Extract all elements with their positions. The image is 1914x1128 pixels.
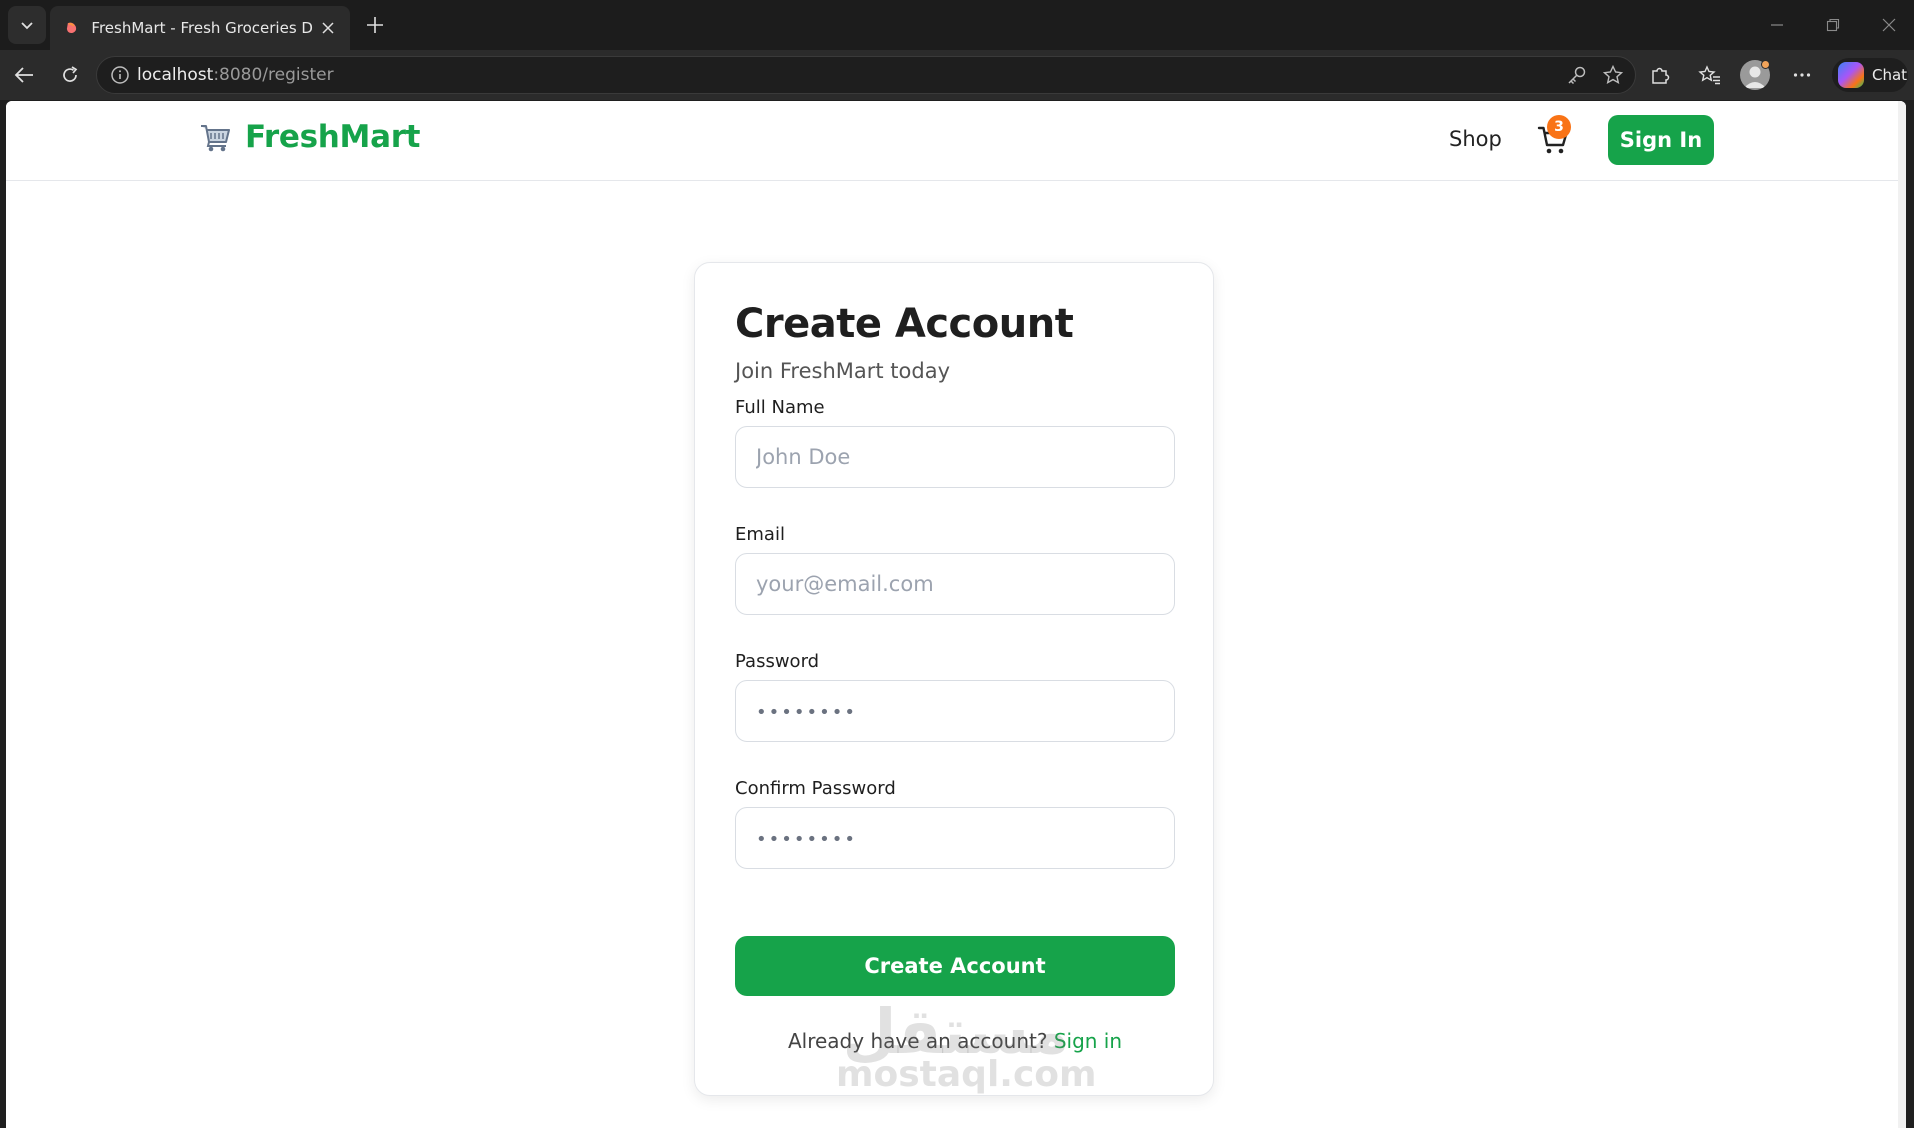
browser-tab-active[interactable]: FreshMart - Fresh Groceries Delivered [50, 6, 350, 50]
url-host: localhost [137, 65, 214, 85]
confirm-password-input[interactable] [735, 807, 1175, 869]
shopping-cart-icon [201, 125, 230, 152]
key-icon[interactable] [1563, 61, 1591, 89]
register-card: Create Account Join FreshMart today Full… [694, 262, 1214, 1096]
password-input[interactable] [735, 680, 1175, 742]
signin-prompt-text: Already have an account? [787, 1029, 1048, 1053]
restore-button[interactable] [1820, 12, 1846, 38]
favorites-button[interactable] [1694, 59, 1726, 91]
favorites-star-icon [1698, 65, 1720, 85]
close-icon [1882, 18, 1896, 32]
puzzle-icon [1652, 67, 1670, 84]
password-label: Password [735, 651, 820, 672]
brand-name: FreshMart [245, 119, 421, 155]
copilot-chat-button[interactable]: Chat [1832, 58, 1908, 92]
email-input[interactable] [735, 553, 1175, 615]
full-name-input[interactable] [735, 426, 1175, 488]
profile-notification-dot [1761, 60, 1770, 69]
brand-logo-link[interactable]: FreshMart [199, 119, 421, 155]
page-subtitle: Join FreshMart today [735, 359, 950, 383]
back-button[interactable] [8, 59, 40, 91]
tab-title: FreshMart - Fresh Groceries Delivered [91, 19, 313, 37]
minimize-icon [1771, 24, 1783, 26]
page-title: Create Account [735, 301, 1074, 347]
tab-list-button[interactable] [8, 6, 46, 44]
signin-link[interactable]: Sign in [1054, 1029, 1122, 1053]
plus-icon [367, 17, 383, 33]
url-path: :8080/register [213, 65, 334, 85]
more-menu-button[interactable] [1786, 59, 1818, 91]
nav-link-shop[interactable]: Shop [1449, 127, 1502, 151]
info-icon[interactable] [103, 57, 137, 93]
site-header: FreshMart Shop 3 Sign In [6, 101, 1906, 181]
sign-in-button[interactable]: Sign In [1608, 115, 1714, 165]
extensions-button[interactable] [1644, 59, 1676, 91]
address-bar[interactable]: localhost:8080/register [96, 56, 1636, 94]
more-horizontal-icon [1793, 73, 1811, 77]
email-label: Email [735, 524, 785, 545]
reload-icon [63, 66, 78, 82]
favicon-icon [66, 22, 77, 33]
create-account-button[interactable]: Create Account [735, 936, 1175, 996]
page-scrollbar[interactable] [1898, 101, 1906, 1128]
arrow-left-icon [14, 67, 33, 83]
copilot-icon [1838, 62, 1864, 88]
address-bar-actions [1563, 61, 1627, 89]
page-viewport: FreshMart Shop 3 Sign In Create Account … [6, 101, 1906, 1128]
new-tab-button[interactable] [362, 12, 388, 38]
chevron-down-icon [21, 22, 33, 30]
reload-button[interactable] [54, 59, 86, 91]
cart-count-badge: 3 [1547, 115, 1571, 139]
confirm-password-label: Confirm Password [735, 778, 896, 799]
signin-prompt: Already have an account? Sign in [695, 1029, 1215, 1053]
browser-toolbar: localhost:8080/register Chat [0, 50, 1914, 100]
close-window-button[interactable] [1876, 12, 1902, 38]
star-icon[interactable] [1599, 61, 1627, 89]
restore-icon [1826, 18, 1840, 32]
browser-tab-bar: FreshMart - Fresh Groceries Delivered [0, 0, 1914, 50]
full-name-label: Full Name [735, 397, 825, 418]
minimize-button[interactable] [1764, 12, 1790, 38]
chat-label: Chat [1872, 66, 1908, 84]
close-tab-icon[interactable] [319, 18, 338, 38]
